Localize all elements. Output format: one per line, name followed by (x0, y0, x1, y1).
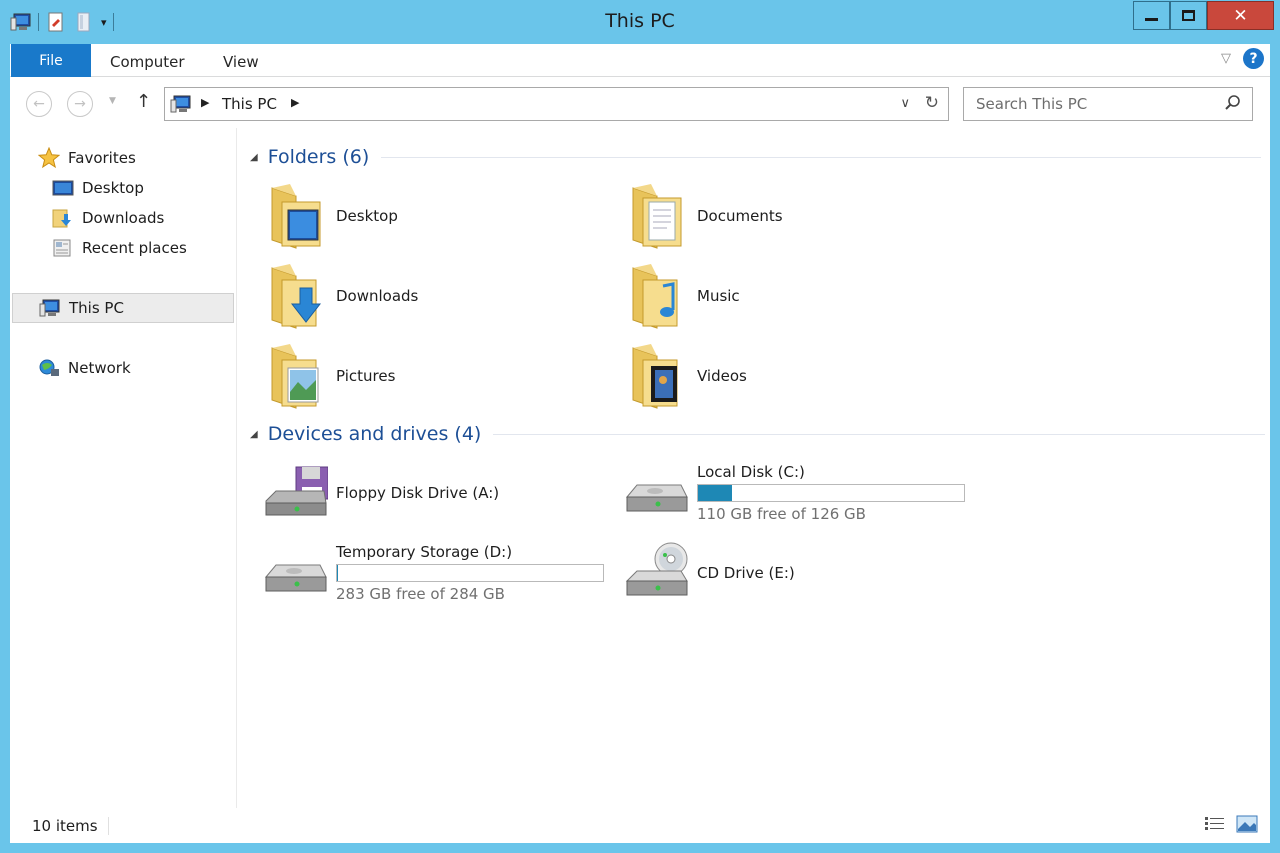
nav-desktop-label: Desktop (82, 179, 144, 197)
tab-view[interactable]: View (223, 53, 259, 71)
group-title-devices: Devices and drives (4) (267, 423, 482, 445)
downloads-folder-icon (52, 208, 74, 228)
capacity-bar-fill (337, 565, 339, 581)
desktop-icon (52, 178, 74, 198)
breadcrumb-this-pc[interactable]: This PC (222, 95, 277, 113)
nav-this-pc-label: This PC (69, 299, 124, 317)
ribbon: File Computer View ▽ ? (10, 44, 1270, 77)
group-header-folders[interactable]: ◢ Folders (6) (250, 144, 1262, 170)
this-pc-icon (170, 94, 192, 118)
tab-computer[interactable]: Computer (110, 53, 185, 71)
minimize-button[interactable] (1133, 1, 1170, 30)
back-arrow-icon: ← (33, 96, 45, 112)
nav-downloads-label: Downloads (82, 209, 165, 227)
nav-network-label: Network (68, 359, 131, 377)
breadcrumb-arrow-icon[interactable]: ▶ (201, 96, 209, 109)
drive-label: Floppy Disk Drive (A:) (336, 484, 500, 502)
maximize-icon (1182, 10, 1195, 21)
tab-file[interactable]: File (11, 44, 91, 77)
capacity-bar-fill (698, 485, 732, 501)
folder-documents[interactable]: Documents (625, 180, 783, 252)
folder-desktop[interactable]: Desktop (264, 180, 398, 252)
item-count: 10 items (32, 817, 98, 835)
folder-videos[interactable]: Videos (625, 340, 747, 412)
large-icons-view-icon[interactable] (1236, 815, 1258, 837)
nav-downloads[interactable]: Downloads (52, 203, 164, 233)
title-bar: ▾ This PC ✕ (0, 0, 1280, 44)
expand-ribbon-icon[interactable]: ▽ (1221, 51, 1231, 66)
network-icon (38, 358, 60, 378)
capacity-bar (697, 484, 965, 502)
music-folder-icon (625, 260, 689, 332)
folder-label: Music (697, 287, 740, 305)
drive-floppy[interactable]: Floppy Disk Drive (A:) (264, 457, 499, 529)
maximize-button[interactable] (1170, 1, 1207, 30)
address-dropdown-icon[interactable]: ∨ (900, 96, 910, 111)
folder-label: Documents (697, 207, 783, 225)
nav-network[interactable]: Network (38, 353, 131, 383)
drive-label: Local Disk (C:) (697, 463, 805, 481)
recent-places-icon (52, 238, 74, 258)
hard-drive-icon (625, 457, 689, 529)
documents-folder-icon (625, 180, 689, 252)
details-view-icon[interactable] (1204, 815, 1226, 837)
refresh-icon[interactable]: ↻ (925, 93, 939, 113)
close-icon: ✕ (1233, 5, 1248, 26)
cd-drive-icon (625, 537, 689, 609)
caption-buttons: ✕ (1133, 1, 1274, 30)
folder-label: Pictures (336, 367, 396, 385)
navigation-pane: Favorites Desktop Downloads Recent place… (10, 128, 237, 808)
collapse-triangle-icon[interactable]: ◢ (250, 429, 258, 440)
explorer-window: File Computer View ▽ ? ← → ▼ ↑ ▶ This PC… (10, 44, 1270, 843)
capacity-bar (336, 564, 604, 582)
group-title-folders: Folders (6) (267, 146, 370, 168)
nav-recent-places-label: Recent places (82, 239, 187, 257)
help-icon[interactable]: ? (1243, 48, 1264, 69)
drive-cd-e[interactable]: CD Drive (E:) (625, 537, 795, 609)
close-button[interactable]: ✕ (1207, 1, 1274, 30)
drive-local-disk-c[interactable]: Local Disk (C:) 110 GB free of 126 GB (625, 457, 965, 529)
folder-pictures[interactable]: Pictures (264, 340, 395, 412)
search-box[interactable] (963, 87, 1253, 121)
hard-drive-icon (264, 537, 328, 609)
drive-label: CD Drive (E:) (697, 564, 795, 582)
folder-label: Videos (697, 367, 747, 385)
desktop-folder-icon (264, 180, 328, 252)
up-arrow-icon[interactable]: ↑ (136, 91, 151, 112)
minimize-icon (1145, 17, 1158, 21)
forward-arrow-icon: → (74, 96, 86, 112)
breadcrumb-arrow-icon[interactable]: ▶ (291, 96, 299, 109)
pictures-folder-icon (264, 340, 328, 412)
folder-label: Desktop (336, 207, 398, 225)
nav-this-pc[interactable]: This PC (12, 293, 234, 323)
nav-favorites-label: Favorites (68, 149, 136, 167)
recent-locations-icon[interactable]: ▼ (109, 96, 116, 106)
collapse-triangle-icon[interactable]: ◢ (250, 152, 258, 163)
window-title: This PC (605, 10, 675, 32)
search-icon[interactable] (1224, 94, 1242, 116)
back-button[interactable]: ← (26, 91, 52, 117)
folder-downloads[interactable]: Downloads (264, 260, 418, 332)
forward-button[interactable]: → (67, 91, 93, 117)
videos-folder-icon (625, 340, 689, 412)
this-pc-icon (39, 298, 61, 318)
drive-temporary-storage-d[interactable]: Temporary Storage (D:) 283 GB free of 28… (264, 537, 604, 609)
group-header-devices[interactable]: ◢ Devices and drives (4) (250, 421, 1266, 447)
downloads-folder-icon (264, 260, 328, 332)
floppy-drive-icon (264, 457, 328, 529)
folder-music[interactable]: Music (625, 260, 740, 332)
navigation-bar: ← → ▼ ↑ ▶ This PC ▶ ∨ ↻ (10, 78, 1270, 128)
nav-desktop[interactable]: Desktop (52, 173, 144, 203)
nav-recent-places[interactable]: Recent places (52, 233, 187, 263)
address-bar[interactable]: ▶ This PC ▶ ∨ ↻ (164, 87, 949, 121)
status-bar: 10 items (10, 809, 1270, 843)
folder-label: Downloads (336, 287, 419, 305)
search-input[interactable] (964, 88, 1214, 120)
nav-favorites[interactable]: Favorites (38, 143, 136, 173)
drive-label: Temporary Storage (D:) (336, 543, 513, 561)
drive-free-space: 283 GB free of 284 GB (336, 585, 505, 603)
drive-free-space: 110 GB free of 126 GB (697, 505, 866, 523)
star-icon (38, 147, 60, 169)
